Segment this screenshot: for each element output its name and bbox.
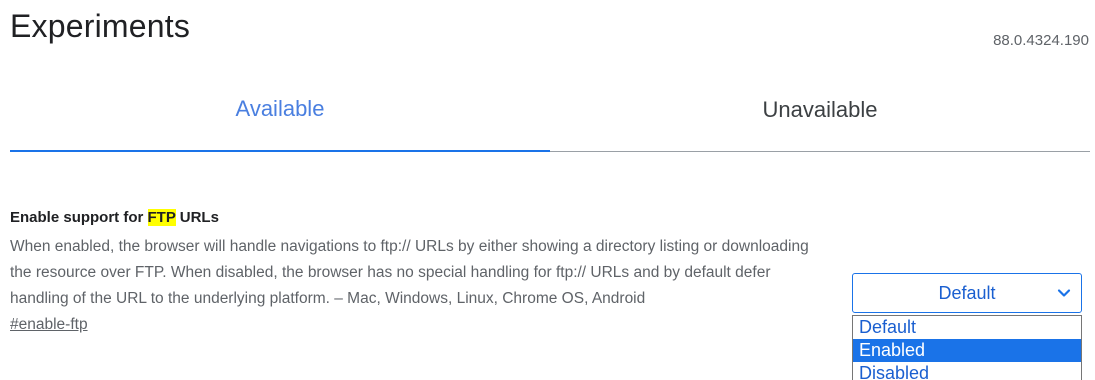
experiment-title-suffix: URLs (175, 209, 219, 226)
version-label: 88.0.4324.190 (993, 32, 1089, 49)
tab-unavailable[interactable]: Unavailable (550, 72, 1090, 152)
experiment-enable-ftp: Enable support for FTP URLs When enabled… (10, 208, 820, 334)
option-default[interactable]: Default (853, 316, 1081, 339)
tab-bar: Available Unavailable (10, 72, 1090, 152)
experiment-permalink[interactable]: #enable-ftp (10, 316, 88, 334)
select-dropdown-list: Default Enabled Disabled (852, 315, 1082, 380)
experiment-title: Enable support for FTP URLs (10, 208, 820, 228)
chevron-down-icon (1057, 289, 1071, 297)
experiment-title-prefix: Enable support for (10, 209, 148, 226)
experiment-state-select[interactable]: Default (852, 273, 1082, 313)
experiment-description: When enabled, the browser will handle na… (10, 238, 809, 307)
search-highlight: FTP (147, 209, 176, 226)
page-title: Experiments (10, 8, 191, 44)
tab-available[interactable]: Available (10, 72, 550, 152)
option-enabled[interactable]: Enabled (853, 339, 1081, 362)
select-value: Default (938, 282, 996, 303)
option-disabled[interactable]: Disabled (853, 362, 1081, 380)
